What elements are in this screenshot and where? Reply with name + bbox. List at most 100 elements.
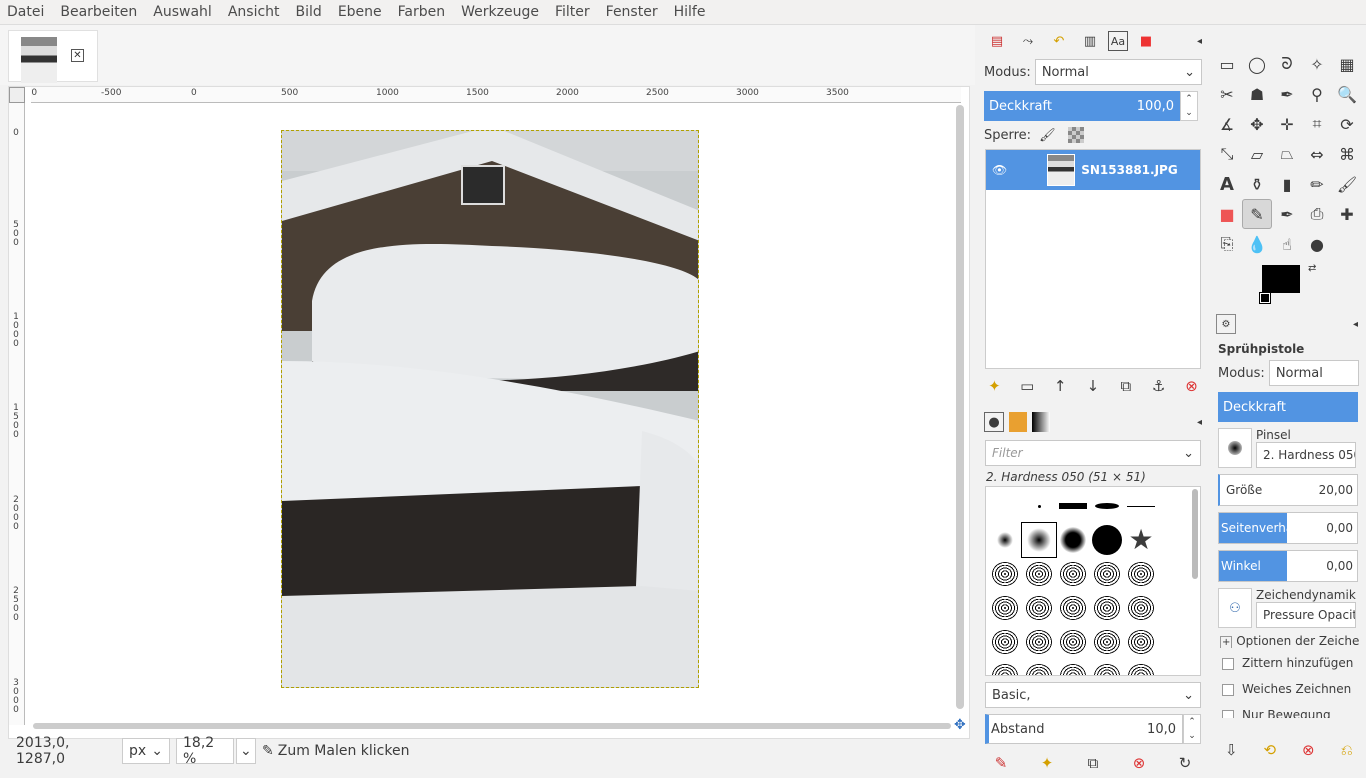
foreground-color[interactable] (1262, 265, 1300, 293)
jitter-checkbox[interactable] (1222, 657, 1234, 670)
brush-item[interactable] (1124, 625, 1158, 659)
colormap-tab-icon[interactable]: ■ (1133, 29, 1159, 53)
brush-item[interactable] (988, 591, 1022, 625)
menu-1[interactable]: Bearbeiten (60, 4, 137, 20)
layer-list[interactable]: 👁 SN153881.JPG (985, 149, 1201, 369)
brush-item[interactable] (1021, 522, 1057, 558)
brush-item[interactable] (1124, 557, 1158, 591)
jitter-row[interactable]: Zittern hinzufügen (1222, 656, 1356, 670)
layers-tab-icon[interactable]: ▤ (984, 29, 1010, 53)
move-icon[interactable]: ✥ (1242, 109, 1272, 139)
opacity-spin-button[interactable]: ⌃ ⌄ (1180, 91, 1198, 121)
airbrush-icon[interactable]: ✎ (1242, 199, 1272, 229)
zoom-dropdown-button[interactable]: ⌄ (236, 738, 256, 764)
measure-icon[interactable]: ∡ (1212, 109, 1242, 139)
tool-options-tab-icon[interactable]: ⚙ (1216, 314, 1236, 334)
ink-icon[interactable]: ✒ (1272, 199, 1302, 229)
layer-row[interactable]: 👁 SN153881.JPG (986, 150, 1200, 190)
default-colors-icon[interactable] (1259, 292, 1271, 304)
brush-item[interactable] (1090, 489, 1124, 523)
tool-opacity-slider[interactable]: Deckkraft (1218, 392, 1358, 422)
new-brush-icon[interactable]: ✦ (1037, 753, 1057, 773)
flip-icon[interactable]: ⇔ (1302, 139, 1332, 169)
size-slider[interactable]: Größe 20,00 (1218, 474, 1358, 506)
image-canvas[interactable] (281, 130, 699, 688)
navigate-icon[interactable]: ✥ (954, 717, 966, 733)
brush-item[interactable] (988, 557, 1022, 591)
restore-options-icon[interactable]: ⟲ (1260, 740, 1280, 760)
menu-6[interactable]: Farben (398, 4, 445, 20)
zoom-icon[interactable]: 🔍 (1332, 79, 1362, 109)
dynamics-select[interactable]: Pressure Opacity (1256, 602, 1356, 628)
zoom-select[interactable]: 18,2 % (176, 735, 234, 767)
select-by-color-icon[interactable]: ▦ (1332, 49, 1362, 79)
channels-tab-icon[interactable]: ▥ (1077, 29, 1103, 53)
menu-7[interactable]: Werkzeuge (461, 4, 539, 20)
brush-grid[interactable]: ★ (985, 486, 1201, 676)
eye-icon[interactable]: 👁 (992, 163, 1007, 177)
brush-item[interactable] (1022, 489, 1056, 523)
canvas-area[interactable]: -1000 -500 0 500 1000 1500 2000 2500 3000 3500 0 5… (8, 86, 970, 739)
heal-icon[interactable]: ✚ (1332, 199, 1362, 229)
brush-item[interactable] (1090, 625, 1124, 659)
brush-item[interactable] (1056, 659, 1090, 675)
text-icon[interactable]: A (1212, 169, 1242, 199)
duplicate-brush-icon[interactable]: ⧉ (1083, 753, 1103, 773)
menu-5[interactable]: Ebene (338, 4, 382, 20)
layer-mode-select[interactable]: Normal ⌄ (1034, 59, 1202, 85)
duplicate-layer-icon[interactable]: ⧉ (1116, 376, 1136, 396)
brush-item[interactable] (1022, 557, 1056, 591)
fonts-tab-icon[interactable]: Aa (1108, 31, 1128, 51)
brush-spacing-slider[interactable]: Abstand 10,0 (985, 714, 1183, 744)
perspective-icon[interactable]: ⏢ (1272, 139, 1302, 169)
delete-layer-icon[interactable]: ⊗ (1181, 376, 1201, 396)
dock-menu-icon[interactable]: ◂ (1197, 417, 1202, 428)
smooth-row[interactable]: Weiches Zeichnen (1222, 682, 1356, 696)
raise-layer-icon[interactable]: ↑ (1050, 376, 1070, 396)
menu-10[interactable]: Hilfe (674, 4, 706, 20)
foreground-select-icon[interactable]: ☗ (1242, 79, 1272, 109)
brush-list-scrollbar[interactable] (1192, 489, 1198, 579)
layer-name[interactable]: SN153881.JPG (1081, 163, 1177, 177)
free-select-icon[interactable]: ᘐ (1272, 49, 1302, 79)
angle-slider[interactable]: Winkel 0,00 (1218, 550, 1358, 582)
brush-item[interactable] (988, 659, 1022, 675)
brush-item[interactable] (1056, 557, 1090, 591)
brush-item[interactable] (1022, 659, 1056, 675)
bucket-fill-icon[interactable]: ⚱ (1242, 169, 1272, 199)
aspect-ratio-slider[interactable]: Seitenverhältnis 0,00 (1218, 512, 1358, 544)
lock-alpha-icon[interactable] (1067, 127, 1084, 143)
brush-item[interactable] (988, 523, 1022, 557)
menu-0[interactable]: Datei (7, 4, 44, 20)
motion-checkbox[interactable] (1222, 709, 1234, 718)
brush-item[interactable] (1090, 591, 1124, 625)
brush-item[interactable] (1124, 489, 1158, 523)
new-layer-icon[interactable]: ✦ (984, 376, 1004, 396)
dynamics-options-expander[interactable]: + Optionen der Zeichendynamik (1220, 634, 1360, 648)
dynamics-icon[interactable]: ⚇ (1218, 588, 1252, 628)
image-tab[interactable]: ✕ (8, 30, 98, 83)
brush-item[interactable] (1056, 591, 1090, 625)
ellipse-select-icon[interactable]: ◯ (1242, 49, 1272, 79)
swap-colors-icon[interactable]: ⇄ (1308, 263, 1316, 274)
gradients-tab-icon[interactable] (1032, 412, 1050, 432)
brush-select[interactable]: 2. Hardness 050 (1256, 442, 1356, 468)
save-options-icon[interactable]: ⇩ (1221, 740, 1241, 760)
spacing-spin-button[interactable]: ⌃ ⌄ (1183, 714, 1201, 744)
edit-brush-icon[interactable]: ✎ (991, 753, 1011, 773)
cage-icon[interactable]: ⌘ (1332, 139, 1362, 169)
scale-icon[interactable]: ⤡ (1212, 139, 1242, 169)
dock-menu-icon[interactable]: ◂ (1353, 319, 1358, 330)
blur-icon[interactable]: 💧 (1242, 229, 1272, 259)
eraser-icon[interactable]: ■ (1212, 199, 1242, 229)
perspective-clone-icon[interactable]: ⎘ (1212, 229, 1242, 259)
blend-icon[interactable]: ▮ (1272, 169, 1302, 199)
refresh-brushes-icon[interactable]: ↻ (1175, 753, 1195, 773)
brush-item[interactable] (1090, 557, 1124, 591)
fuzzy-select-icon[interactable]: ✧ (1302, 49, 1332, 79)
undo-history-tab-icon[interactable]: ↶ (1046, 29, 1072, 53)
brush-item[interactable] (988, 625, 1022, 659)
menu-2[interactable]: Auswahl (153, 4, 212, 20)
horizontal-ruler[interactable]: -1000 -500 0 500 1000 1500 2000 2500 3000 3500 (31, 87, 961, 103)
brushes-tab-icon[interactable]: ● (984, 412, 1004, 432)
